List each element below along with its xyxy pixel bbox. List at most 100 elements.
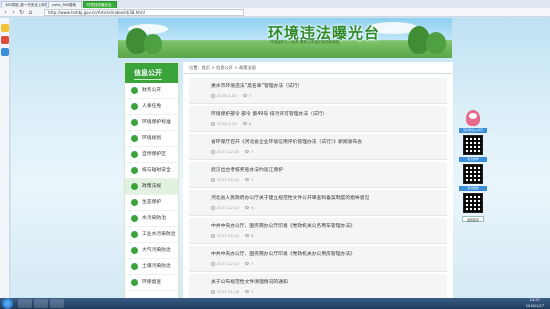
taskbar-app[interactable] [34, 299, 48, 308]
sidebar-item-label: 生态保护 [142, 200, 162, 205]
browser-tab[interactable]: 360导航_新一代安全上网导航 [1, 1, 47, 8]
sidebar-item-label: 环保督查 [142, 280, 162, 285]
news-meta: 2018-1-10 8 [211, 121, 251, 126]
news-views: 6 [251, 205, 254, 210]
news-title[interactable]: 省环保厅召开《河北省企业环境信用评价管理办法（试行）》新闻发布会 [211, 138, 443, 145]
taskbar-app[interactable] [18, 299, 32, 308]
sidebar-item-label: 工业水污染防治 [142, 232, 176, 237]
web-page: 环境违法曝光台 环境保护人人有责 履职尽责保护美丽新家园 信息公开 财务公开 人事… [11, 18, 550, 298]
news-item[interactable]: 河北省人民政府办公厅关于建立规范性文件公开审查和备案制度的指导意见 2017-12… [189, 190, 447, 216]
clock-icon [211, 150, 215, 154]
news-item[interactable]: 环境保护部令 部令 第49号 排污许可管理办法（试行） 2018-1-10 8 [189, 106, 447, 132]
sidebar-item-label: 环境规划 [142, 136, 162, 141]
news-list-panel: 位置：首页 > 信息公开 > 政策法规 惠水市环境违法“黑名单”管理办法（试行）… [183, 62, 453, 298]
category-icon [131, 263, 138, 270]
start-button[interactable] [2, 298, 13, 309]
forward-icon[interactable]: › [10, 9, 17, 16]
news-date: 2018-1-24 [217, 93, 237, 98]
browser-tab-active[interactable]: 环境违法曝光台 [83, 1, 117, 8]
sidebar-item[interactable]: 水污染防治 [125, 211, 178, 227]
app-icon[interactable] [1, 48, 9, 56]
category-icon [131, 167, 138, 174]
sidebar-item-label: 核与辐射安全 [142, 168, 171, 173]
taskbar-app[interactable] [50, 299, 64, 308]
sidebar-item[interactable]: 工业水污染防治 [125, 227, 178, 243]
system-clock: 14:57 2018/1/27 [525, 298, 544, 308]
category-icon [131, 215, 138, 222]
category-icon [131, 247, 138, 254]
news-title[interactable]: 武汉出台考核奖惩办法约谈江保护 [211, 166, 443, 173]
news-item[interactable]: 武汉出台考核奖惩办法约谈江保护 2017-12-12 7 [189, 162, 447, 188]
back-icon[interactable]: ‹ [2, 9, 9, 16]
news-meta: 2017-11-28 7 [211, 289, 254, 294]
breadcrumb: 位置：首页 > 信息公开 > 政策法规 [183, 62, 453, 74]
category-icon [131, 119, 138, 126]
news-item[interactable]: 省环保厅召开《河北省企业环境信用评价管理办法（试行）》新闻发布会 2017-12-… [189, 134, 447, 160]
sidebar-item[interactable]: 土壤污染防治 [125, 259, 178, 275]
sidebar-item-label: 土壤污染防治 [142, 264, 171, 269]
info-sidebar: 信息公开 财务公开 人事任免 环境保护标准 环境规划 自然保护区 核与辐射安全 政策法规 生态… [124, 62, 179, 298]
category-icon [131, 279, 138, 286]
category-icon [131, 87, 138, 94]
sidebar-item-label: 政策法规 [142, 184, 162, 189]
news-title[interactable]: 惠水市环境违法“黑名单”管理办法（试行） [211, 82, 443, 89]
clock-icon [211, 262, 215, 266]
clock-icon [211, 206, 215, 210]
news-item[interactable]: 中共中央办公厅、国务院办公厅印发《党政机关办公用房管理办法》 2017-12-12… [189, 246, 447, 272]
news-views: 8 [248, 121, 252, 126]
sidebar-item[interactable]: 财务公开 [125, 83, 178, 99]
clock-icon [211, 94, 215, 98]
sidebar-item[interactable]: 核与辐射安全 [125, 163, 178, 179]
news-title[interactable]: 河北省人民政府办公厅关于建立规范性文件公开审查和备案制度的指导意见 [211, 194, 443, 201]
right-float-widgets: 官方微信公众号 官方微博 官方微博 返回首页 [459, 110, 487, 260]
news-date: 2018-1-10 [217, 121, 237, 126]
home-icon[interactable]: ⌂ [27, 9, 34, 16]
category-icon [131, 183, 138, 190]
clock-icon [211, 234, 215, 238]
address-bar: ‹ › ↻ ⌂ http://www.hnhbj.gov.cn/Article/… [0, 8, 550, 17]
category-icon [131, 135, 138, 142]
news-title[interactable]: 环境保护部令 部令 第49号 排污许可管理办法（试行） [211, 110, 443, 117]
sidebar-item[interactable]: 人事任免 [125, 99, 178, 115]
url-input[interactable]: http://www.hnhbj.gov.cn/Article/index/id… [44, 9, 244, 16]
weibo-icon[interactable] [1, 36, 9, 44]
sidebar-item[interactable]: 政策法规 [125, 179, 178, 195]
sidebar-item-label: 大气污染防治 [142, 248, 171, 253]
category-icon [131, 231, 138, 238]
sidebar-item[interactable]: 环保督查 [125, 275, 178, 291]
browser-tab[interactable]: yoho_360搜索 [48, 1, 82, 8]
views-icon [245, 150, 250, 153]
news-item[interactable]: 中共中央办公厅、国务院办公厅印发《党政机关公务用车管理办法》 2017-12-12… [189, 218, 447, 244]
site-slogan: 环境保护人人有责 履职尽责保护美丽新家园 [270, 40, 340, 44]
news-views: 7 [251, 261, 254, 266]
news-views: 7 [251, 177, 254, 182]
clock-icon [211, 290, 215, 294]
news-date: 2017-11-28 [217, 289, 240, 294]
views-icon [245, 262, 250, 265]
news-title[interactable]: 关于公布规范性文件清理情况的通知 [211, 278, 443, 285]
news-date: 2017-12-12 [217, 261, 240, 266]
news-title[interactable]: 中共中央办公厅、国务院办公厅印发《党政机关公务用车管理办法》 [211, 222, 443, 229]
sidebar-item[interactable]: 环境保护标准 [125, 115, 178, 131]
news-item[interactable]: 关于公布规范性文件清理情况的通知 2017-11-28 7 [189, 274, 447, 298]
sidebar-item[interactable]: 大气污染防治 [125, 243, 178, 259]
sidebar-item-label: 财务公开 [142, 88, 162, 93]
views-icon [245, 178, 250, 181]
views-icon [242, 94, 247, 97]
news-title[interactable]: 中共中央办公厅、国务院办公厅印发《党政机关办公用房管理办法》 [211, 250, 443, 257]
category-icon [131, 199, 138, 206]
sidebar-item-label: 水污染防治 [142, 216, 166, 221]
favorites-icon[interactable] [1, 24, 9, 32]
refresh-icon[interactable]: ↻ [18, 9, 25, 16]
sidebar-item[interactable]: 生态保护 [125, 195, 178, 211]
back-home-button[interactable]: 返回首页 [462, 216, 484, 222]
qr-code-icon [463, 135, 483, 155]
news-meta: 2017-12-12 8 [211, 233, 254, 238]
site-banner: 环境违法曝光台 环境保护人人有责 履职尽责保护美丽新家园 [118, 18, 452, 58]
sidebar-item[interactable]: 环境规划 [125, 131, 178, 147]
news-views: 8 [251, 233, 254, 238]
category-icon [131, 103, 138, 110]
sidebar-item[interactable]: 自然保护区 [125, 147, 178, 163]
news-item[interactable]: 惠水市环境违法“黑名单”管理办法（试行） 2018-1-24 7 [189, 78, 447, 104]
news-meta: 2018-1-24 7 [211, 93, 251, 98]
